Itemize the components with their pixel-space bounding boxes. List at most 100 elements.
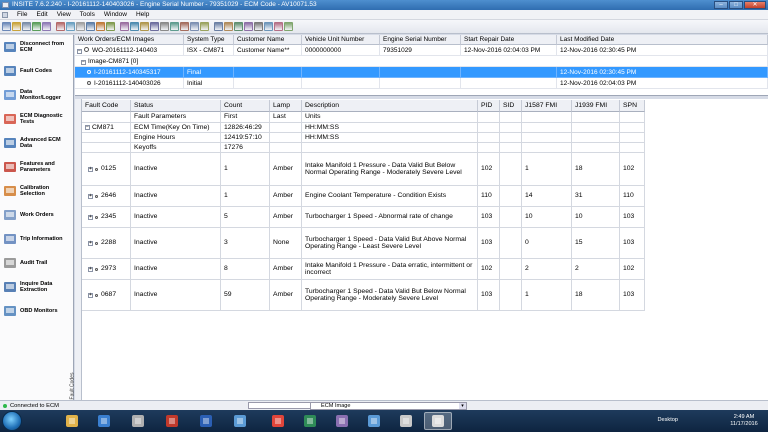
col-header-j1587-fmi[interactable]: J1587 FMI — [522, 100, 572, 112]
insite-app-icon[interactable] — [424, 412, 452, 430]
col-header-count[interactable]: Count — [221, 100, 270, 112]
toolbar-button-icon[interactable] — [76, 22, 85, 31]
menu-help[interactable]: Help — [136, 11, 149, 18]
col-header-fault-code[interactable]: Fault Code — [82, 100, 131, 112]
toolbar-button-icon[interactable] — [66, 22, 75, 31]
menu-edit[interactable]: Edit — [36, 11, 47, 18]
nav-item-trip-info[interactable]: Trip Information — [0, 228, 74, 250]
clock[interactable]: 2:49 AM 11/17/2016 — [726, 414, 762, 428]
col-header-system-type[interactable]: System Type — [184, 35, 234, 45]
toolbar-button-icon[interactable] — [274, 22, 283, 31]
nav-item-fault-codes[interactable]: Fault Codes — [0, 60, 74, 82]
toolbar-button-icon[interactable] — [12, 22, 21, 31]
windows-explorer-icon[interactable] — [58, 412, 86, 430]
toolbar-button-icon[interactable] — [150, 22, 159, 31]
ecm-image-row-initial[interactable]: I-20161112-140403026 Initial 12-Nov-2016… — [75, 78, 768, 89]
nav-item-audit-trail[interactable]: Audit Trail — [0, 252, 74, 274]
fault-parameters-header-row[interactable]: Fault Parameters First Last Units — [82, 112, 652, 123]
fault-parameter-row[interactable]: Engine Hours 12419:57:10 HH:MM:SS — [82, 133, 652, 143]
toolbar-button-icon[interactable] — [2, 22, 11, 31]
toolbar-button-icon[interactable] — [160, 22, 169, 31]
maximize-button[interactable]: □ — [729, 1, 743, 9]
col-header-last-modified[interactable]: Last Modified Date — [557, 35, 768, 45]
col-header-work-orders[interactable]: Work Orders/ECM Images — [75, 35, 184, 45]
toolbar-button-icon[interactable] — [180, 22, 189, 31]
fault-parameter-row[interactable]: − CM871 ECM Time(Key On Time) 12826:46:29 HH… — [82, 123, 652, 133]
browser-icon[interactable] — [90, 412, 118, 430]
fault-code-row[interactable]: +2646 Inactive 1 Amber Engine Coolant Temper… — [82, 186, 652, 207]
col-header-spn[interactable]: SPN — [620, 100, 645, 112]
fault-code-row[interactable]: +2345 Inactive 5 Amber Turbocharger 1 Speed … — [82, 207, 652, 228]
collapse-icon[interactable]: − — [85, 125, 90, 130]
nav-item-inquire[interactable]: Inquire Data Extraction — [0, 276, 74, 298]
toolbar-button-icon[interactable] — [284, 22, 293, 31]
ecm-image-row-final[interactable]: I-20161112-140345317 Final 12-Nov-2016 0… — [75, 67, 768, 78]
app-icon[interactable] — [124, 412, 152, 430]
col-header-engine-serial[interactable]: Engine Serial Number — [380, 35, 461, 45]
nav-item-data-monitor[interactable]: Data Monitor/Logger — [0, 84, 74, 106]
desktop-toolbar-label[interactable]: Desktop — [657, 417, 678, 423]
word-app-icon[interactable] — [192, 412, 220, 430]
col-header-j1939-fmi[interactable]: J1939 FMI — [572, 100, 620, 112]
fault-parameter-row[interactable]: Keyoffs 17276 — [82, 143, 652, 153]
col-header-vehicle-unit[interactable]: Vehicle Unit Number — [302, 35, 380, 45]
expand-icon[interactable]: + — [88, 166, 93, 172]
col-header-lamp[interactable]: Lamp — [270, 100, 302, 112]
toolbar-button-icon[interactable] — [190, 22, 199, 31]
nav-item-obd[interactable]: OBD Monitors — [0, 300, 74, 322]
col-header-pid[interactable]: PID — [478, 100, 500, 112]
toolbar-button-icon[interactable] — [22, 22, 31, 31]
app-icon[interactable] — [226, 412, 254, 430]
col-header-start-repair[interactable]: Start Repair Date — [461, 35, 557, 45]
fault-code-row[interactable]: +0125 Inactive 1 Amber Intake Manifold 1 Pre… — [82, 153, 652, 186]
nav-item-calibration[interactable]: Calibration Selection — [0, 180, 74, 202]
nav-item-features[interactable]: Features and Parameters — [0, 156, 74, 178]
nav-item-disconnect[interactable]: Disconnect from ECM — [0, 36, 74, 58]
col-header-sid[interactable]: SID — [500, 100, 522, 112]
toolbar-button-icon[interactable] — [86, 22, 95, 31]
nav-item-advanced-ecm[interactable]: Advanced ECM Data — [0, 132, 74, 154]
chevron-down-icon[interactable]: ▾ — [459, 403, 466, 409]
toolbar-button-icon[interactable] — [96, 22, 105, 31]
col-header-customer-name[interactable]: Customer Name — [234, 35, 302, 45]
minimize-button[interactable]: – — [714, 1, 728, 9]
close-button[interactable]: ✕ — [744, 1, 766, 9]
collapse-icon[interactable]: − — [77, 49, 82, 54]
image-select[interactable]: ECM Image ▾ — [310, 402, 467, 410]
menu-view[interactable]: View — [57, 11, 71, 18]
app-icon[interactable] — [360, 412, 388, 430]
image-group-row[interactable]: − Image-CM871 [0] — [75, 56, 768, 67]
toolbar-button-icon[interactable] — [254, 22, 263, 31]
expand-icon[interactable]: + — [88, 214, 93, 220]
toolbar-button-icon[interactable] — [244, 22, 253, 31]
toolbar-button-icon[interactable] — [200, 22, 209, 31]
toolbar-button-icon[interactable] — [170, 22, 179, 31]
toolbar-button-icon[interactable] — [264, 22, 273, 31]
toolbar-button-icon[interactable] — [56, 22, 65, 31]
toolbar-button-icon[interactable] — [234, 22, 243, 31]
app-icon[interactable] — [158, 412, 186, 430]
app-icon[interactable] — [296, 412, 324, 430]
menu-tools[interactable]: Tools — [80, 11, 95, 18]
fault-code-row[interactable]: +2973 Inactive 8 Amber Intake Manifold 1 Pre… — [82, 259, 652, 280]
toolbar-button-icon[interactable] — [224, 22, 233, 31]
expand-icon[interactable]: + — [88, 240, 93, 246]
nav-item-diagnostic-tests[interactable]: ECM Diagnostic Tests — [0, 108, 74, 130]
menu-window[interactable]: Window — [104, 11, 127, 18]
start-button[interactable] — [2, 411, 22, 431]
work-order-row[interactable]: − WO-20161112-140403 ISX - CM871 Customer… — [75, 45, 768, 56]
expand-icon[interactable]: + — [88, 193, 93, 199]
system-menu-icon[interactable] — [2, 11, 8, 18]
toolbar-button-icon[interactable] — [214, 22, 223, 31]
toolbar-button-icon[interactable] — [130, 22, 139, 31]
toolbar-button-icon[interactable] — [140, 22, 149, 31]
menu-file[interactable]: File — [17, 11, 27, 18]
nav-item-work-orders[interactable]: Work Orders — [0, 204, 74, 226]
app-icon[interactable] — [392, 412, 420, 430]
toolbar-button-icon[interactable] — [106, 22, 115, 31]
chrome-browser-icon[interactable] — [264, 412, 292, 430]
expand-icon[interactable]: + — [88, 266, 93, 272]
toolbar-button-icon[interactable] — [42, 22, 51, 31]
col-header-status[interactable]: Status — [131, 100, 221, 112]
col-header-description[interactable]: Description — [302, 100, 478, 112]
